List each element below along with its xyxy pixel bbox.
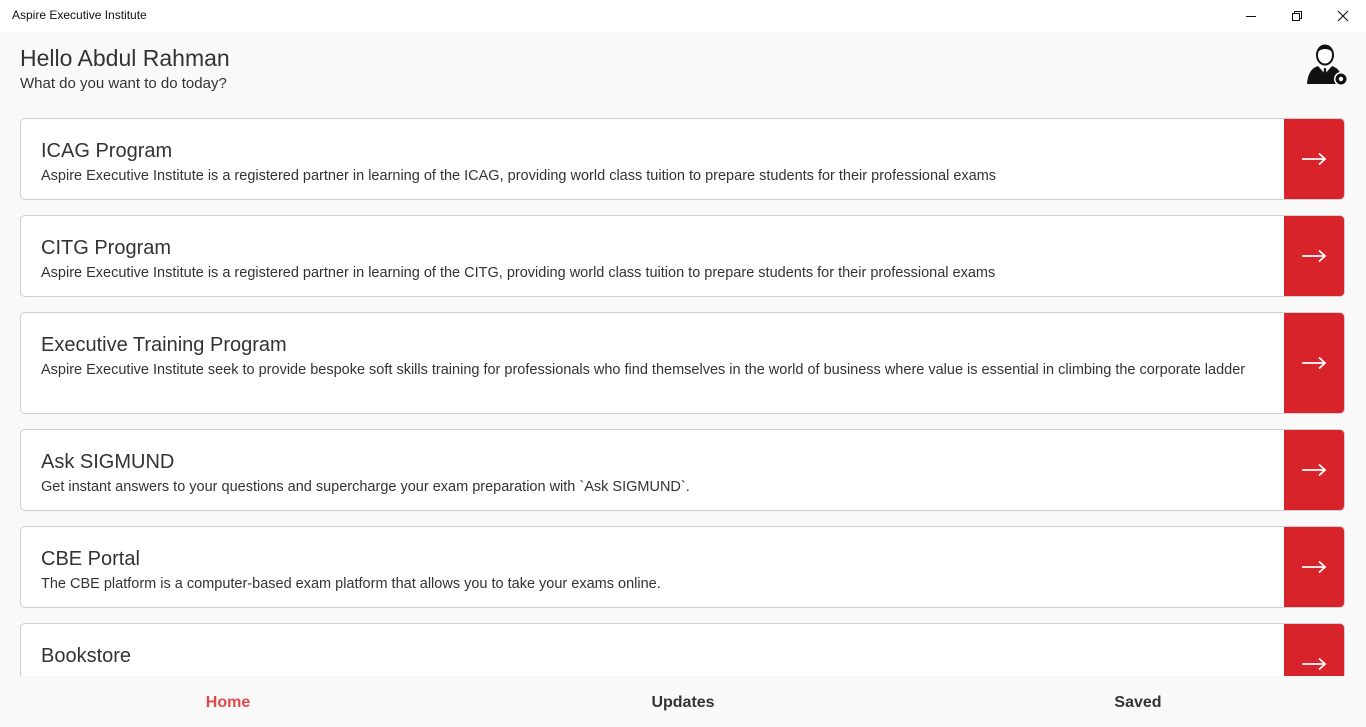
greeting-subtitle: What do you want to do today? [20, 75, 227, 92]
card-description: Aspire Executive Institute seek to provi… [41, 362, 1246, 378]
open-card-button[interactable] [1284, 119, 1344, 199]
card-description: Get instant answers to your questions an… [41, 479, 690, 495]
program-card-executive-training[interactable]: Executive Training Program Aspire Execut… [20, 312, 1345, 414]
card-title: Executive Training Program [41, 334, 287, 356]
open-card-button[interactable] [1284, 216, 1344, 296]
card-description: Aspire Executive Institute is a register… [41, 168, 997, 184]
arrow-right-icon [1302, 249, 1327, 263]
open-card-button[interactable] [1284, 313, 1344, 413]
arrow-right-icon [1302, 560, 1327, 574]
nav-updates[interactable]: Updates [583, 694, 783, 712]
program-card-ask-sigmund[interactable]: Ask SIGMUND Get instant answers to your … [20, 429, 1345, 511]
minimize-icon [1246, 16, 1256, 17]
arrow-right-icon [1302, 463, 1327, 477]
arrow-right-icon [1302, 356, 1327, 370]
card-title: CITG Program [41, 237, 172, 259]
card-description: Aspire Executive Institute is a register… [41, 265, 996, 281]
program-card-icag[interactable]: ICAG Program Aspire Executive Institute … [20, 118, 1345, 200]
open-card-button[interactable] [1284, 430, 1344, 510]
title-bar: Aspire Executive Institute [0, 0, 1366, 32]
arrow-right-icon [1302, 657, 1327, 671]
card-title: Bookstore [41, 645, 132, 667]
window-title: Aspire Executive Institute [12, 8, 147, 22]
user-settings-icon [1307, 44, 1348, 86]
greeting-title: Hello Abdul Rahman [20, 45, 230, 71]
nav-home[interactable]: Home [128, 694, 328, 712]
program-card-citg[interactable]: CITG Program Aspire Executive Institute … [20, 215, 1345, 297]
minimize-button[interactable] [1228, 0, 1274, 32]
program-card-bookstore[interactable]: Bookstore [20, 623, 1345, 676]
card-description: The CBE platform is a computer-based exa… [41, 576, 661, 592]
card-title: Ask SIGMUND [41, 451, 175, 473]
open-card-button[interactable] [1284, 624, 1344, 676]
profile-button[interactable] [1304, 44, 1350, 88]
card-title: ICAG Program [41, 140, 173, 162]
program-card-cbe-portal[interactable]: CBE Portal The CBE platform is a compute… [20, 526, 1345, 608]
open-card-button[interactable] [1284, 527, 1344, 607]
main-content: Hello Abdul Rahman What do you want to d… [0, 32, 1366, 676]
nav-saved[interactable]: Saved [1038, 694, 1238, 712]
arrow-right-icon [1302, 152, 1327, 166]
close-icon [1337, 10, 1349, 22]
restore-icon [1292, 11, 1302, 21]
close-button[interactable] [1320, 0, 1366, 32]
bottom-navigation: Home Updates Saved [0, 676, 1366, 727]
card-title: CBE Portal [41, 548, 140, 570]
restore-button[interactable] [1274, 0, 1320, 32]
